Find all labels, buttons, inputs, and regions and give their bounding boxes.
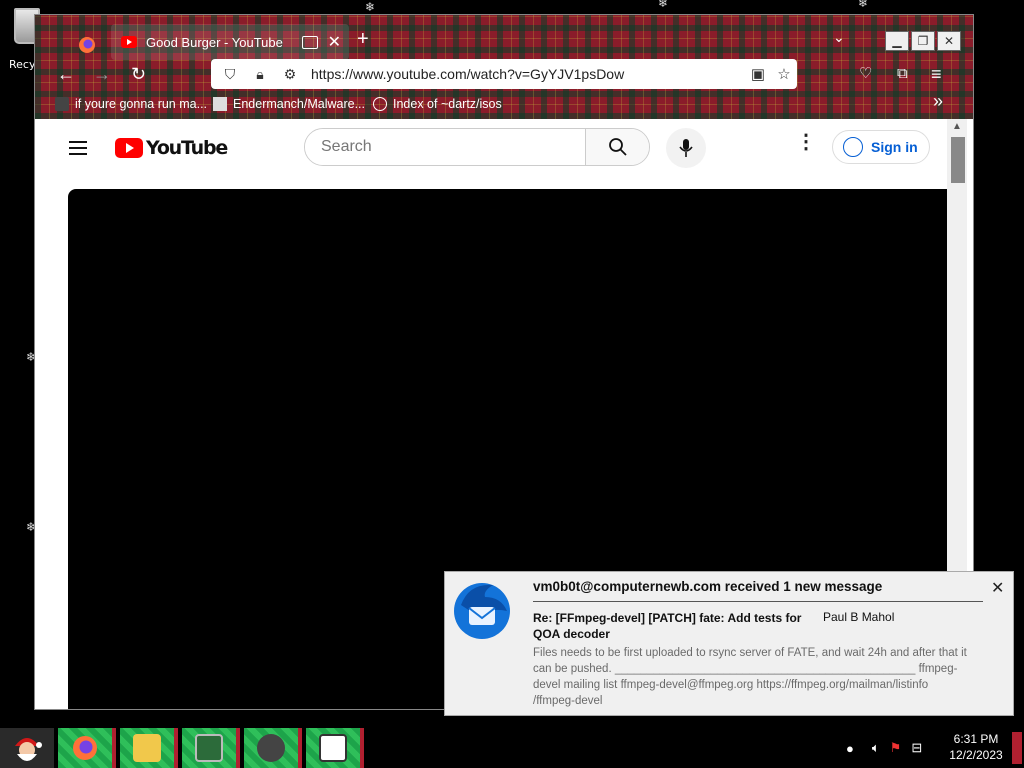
tab-title: Good Burger - YouTube <box>146 34 283 50</box>
security-flag-icon[interactable]: ⚑ <box>890 740 902 756</box>
tab-close-icon[interactable]: ✕ <box>328 32 341 52</box>
lock-icon[interactable]: 🔒︎ <box>249 66 271 83</box>
network-icon[interactable]: ⊟ <box>911 740 922 756</box>
notepad-icon <box>319 734 347 762</box>
dot-icon[interactable]: ● <box>846 741 854 756</box>
close-window-button[interactable]: ✕ <box>937 31 961 51</box>
search-box <box>304 128 650 166</box>
shield-icon[interactable]: ⛉ <box>219 66 241 83</box>
picture-in-picture-icon[interactable] <box>301 35 318 49</box>
list-all-tabs-icon[interactable]: ⌄ <box>833 29 845 46</box>
tab-youtube[interactable]: Good Burger - YouTube ✕ <box>111 24 349 60</box>
youtube-play-icon <box>115 138 143 158</box>
close-icon[interactable]: ✕ <box>991 578 1004 598</box>
volume-icon[interactable]: 🔈︎ <box>872 740 880 756</box>
notification-account: vm0b0t@computernewb.com received 1 new m… <box>533 579 883 594</box>
youtube-wordmark: YouTube <box>146 137 228 159</box>
bookmark-label: Endermanch/Malware... <box>233 97 366 111</box>
sign-in-button[interactable]: Sign in <box>832 130 930 164</box>
show-desktop-button[interactable] <box>1012 732 1022 764</box>
monitor-icon <box>195 734 223 762</box>
youtube-header: YouTube Search ⋮ Sign in <box>41 119 947 183</box>
account-icon <box>843 137 863 157</box>
clock[interactable]: 6:31 PM 12/2/2023 <box>948 731 1004 763</box>
pocket-icon[interactable]: ♡ <box>859 65 872 83</box>
santa-start-icon <box>15 738 42 761</box>
game-shield-icon <box>257 734 285 762</box>
url-text[interactable]: https://www.youtube.com/watch?v=GyYJV1ps… <box>311 66 745 82</box>
divider <box>533 601 983 602</box>
bookmark-item[interactable]: if youre gonna run ma... <box>55 97 207 111</box>
extensions-icon[interactable]: ⧉ <box>897 65 908 83</box>
maximize-button[interactable]: ❐ <box>911 31 935 51</box>
firefox-view-button[interactable] <box>71 29 103 61</box>
firefox-icon <box>79 37 95 53</box>
reload-icon[interactable]: ↻ <box>131 65 146 83</box>
youtube-logo[interactable]: YouTube <box>115 137 228 159</box>
firefox-icon <box>73 736 97 760</box>
back-arrow-icon[interactable]: ← <box>57 65 75 83</box>
mail-notification[interactable]: vm0b0t@computernewb.com received 1 new m… <box>444 571 1014 716</box>
notification-subject: Re: [FFmpeg-devel] [PATCH] fate: Add tes… <box>533 611 802 641</box>
taskbar-task-manager[interactable] <box>182 728 240 768</box>
bookmark-item[interactable]: Endermanch/Malware... <box>213 97 365 111</box>
more-options-icon[interactable]: ⋮ <box>796 132 816 152</box>
permissions-icon[interactable]: ⚙ <box>279 66 301 83</box>
search-button[interactable] <box>585 129 649 165</box>
bookmark-label: if youre gonna run ma... <box>75 97 208 111</box>
url-bar[interactable]: ⛉ 🔒︎ ⚙ https://www.youtube.com/watch?v=G… <box>211 59 797 89</box>
globe-icon <box>373 97 387 111</box>
search-input[interactable] <box>305 129 585 165</box>
bookmarks-toolbar: if youre gonna run ma... Endermanch/Malw… <box>35 91 973 117</box>
start-button[interactable] <box>0 728 54 768</box>
youtube-favicon-icon <box>121 36 137 48</box>
nav-bar: ← → ↻ ⛉ 🔒︎ ⚙ https://www.youtube.com/wat… <box>35 59 973 91</box>
browser-chrome: Good Burger - YouTube ✕ + ⌄ ▁ ❐ ✕ ← → ↻ … <box>35 15 973 119</box>
github-icon <box>213 97 227 111</box>
notification-body: Files needs to be first uploaded to rsyn… <box>533 647 967 707</box>
hamburger-menu-icon[interactable] <box>69 141 87 159</box>
bookmark-favicon-icon <box>55 97 69 111</box>
system-tray: ● 🔈︎ ⚑ ⊟ <box>830 728 922 768</box>
snowflake-icon: ❄ <box>858 0 869 10</box>
clock-date: 12/2/2023 <box>949 748 1003 762</box>
clock-time: 6:31 PM <box>953 732 999 746</box>
notification-sender: Paul B Mahol <box>823 610 895 624</box>
bookmarks-overflow-icon[interactable]: » <box>933 91 943 112</box>
bookmark-star-icon[interactable]: ☆ <box>771 65 797 83</box>
folder-icon <box>133 734 161 762</box>
taskbar: ● 🔈︎ ⚑ ⊟ 6:31 PM 12/2/2023 <box>0 728 1024 768</box>
taskbar-file-explorer[interactable] <box>120 728 178 768</box>
taskbar-notepad[interactable] <box>306 728 364 768</box>
snowflake-icon: ❄ <box>365 0 376 14</box>
minimize-button[interactable]: ▁ <box>885 31 909 51</box>
snowflake-icon: ❄ <box>658 0 669 10</box>
thunderbird-icon <box>454 583 510 639</box>
sign-in-label: Sign in <box>871 139 918 155</box>
reader-view-icon[interactable]: ▣ <box>745 65 771 83</box>
app-menu-icon[interactable]: ≡ <box>931 65 942 83</box>
taskbar-game[interactable] <box>244 728 302 768</box>
new-tab-button[interactable]: + <box>357 28 369 51</box>
voice-search-button[interactable] <box>666 128 706 168</box>
microphone-icon <box>679 139 693 157</box>
forward-arrow-icon[interactable]: → <box>93 65 111 83</box>
bookmark-item[interactable]: Index of ~dartz/isos <box>373 97 502 111</box>
tab-bar: Good Burger - YouTube ✕ + ⌄ ▁ ❐ ✕ <box>35 23 973 60</box>
scrollbar-thumb[interactable] <box>951 137 965 183</box>
taskbar-firefox[interactable] <box>58 728 116 768</box>
bookmark-label: Index of ~dartz/isos <box>393 97 502 111</box>
search-icon <box>608 138 627 156</box>
scroll-up-icon[interactable]: ▲ <box>952 121 962 132</box>
